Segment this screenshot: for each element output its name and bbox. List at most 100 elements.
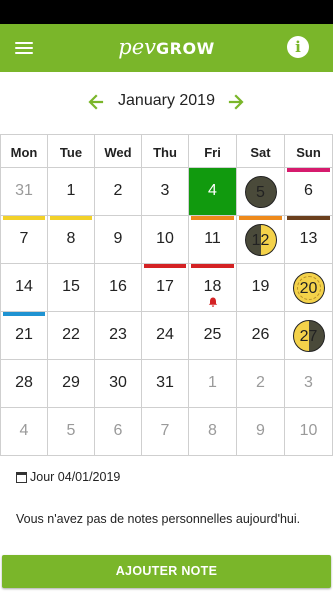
calendar-day[interactable]: 15 <box>48 264 95 312</box>
calendar-day[interactable]: 24 <box>142 312 189 360</box>
calendar-day[interactable]: 4 <box>0 408 48 456</box>
calendar-day[interactable]: 6 <box>95 408 142 456</box>
calendar-week-row: 7 8 9 10 11 12 13 <box>0 216 333 264</box>
calendar-day[interactable]: 10 <box>285 408 333 456</box>
calendar-week-row: 4 5 6 7 8 9 10 <box>0 408 333 456</box>
day-number: 8 <box>208 422 217 439</box>
status-bar <box>0 0 333 24</box>
calendar-day[interactable]: 2 <box>95 168 142 216</box>
calendar-day[interactable]: 29 <box>48 360 95 408</box>
day-number: 7 <box>19 230 29 247</box>
calendar-day[interactable]: 20 <box>285 264 333 312</box>
calendar-day[interactable]: 28 <box>0 360 48 408</box>
day-number: 3 <box>160 182 170 199</box>
notes-empty-message: Vous n'avez pas de notes personnelles au… <box>16 512 301 526</box>
calendar-day[interactable]: 11 <box>189 216 237 264</box>
event-indicator-bar <box>3 312 45 316</box>
calendar-day[interactable]: 8 <box>189 408 237 456</box>
calendar-day[interactable]: 18 <box>189 264 237 312</box>
day-number: 31 <box>156 374 174 391</box>
weekday-label: Mon <box>10 145 38 160</box>
calendar-day[interactable]: 6 <box>285 168 333 216</box>
weekday-header-cell: Sun <box>285 134 333 168</box>
weekday-header-cell: Sat <box>237 134 285 168</box>
calendar-week-row: 28 29 30 31 1 2 3 <box>0 360 333 408</box>
calendar-day[interactable]: 5 <box>48 408 95 456</box>
day-number: 11 <box>204 230 221 247</box>
day-number: 6 <box>113 422 123 439</box>
calendar-day[interactable]: 17 <box>142 264 189 312</box>
month-navigation: January 2019 <box>0 86 333 118</box>
weekday-label: Thu <box>153 145 177 160</box>
calendar-day[interactable]: 27 <box>285 312 333 360</box>
calendar-day-today[interactable]: 4 <box>189 168 237 216</box>
day-number: 14 <box>15 278 33 295</box>
calendar-day[interactable]: 16 <box>95 264 142 312</box>
event-indicator-bar <box>239 216 282 220</box>
day-number: 29 <box>62 374 80 391</box>
calendar-day[interactable]: 9 <box>95 216 142 264</box>
day-number: 21 <box>15 326 33 343</box>
day-number: 6 <box>304 182 313 199</box>
calendar-day[interactable]: 25 <box>189 312 237 360</box>
calendar-day[interactable]: 22 <box>48 312 95 360</box>
day-number: 13 <box>299 230 318 247</box>
weekday-header: Mon Tue Wed Thu Fri Sat Sun <box>0 134 333 168</box>
day-number: 26 <box>251 326 270 343</box>
day-number: 28 <box>15 374 33 391</box>
calendar-day[interactable]: 21 <box>0 312 48 360</box>
arrow-right-icon[interactable] <box>226 92 246 112</box>
day-number: 31 <box>15 182 33 199</box>
calendar-day[interactable]: 31 <box>142 360 189 408</box>
calendar-day[interactable]: 31 <box>0 168 48 216</box>
day-number: 7 <box>160 422 170 439</box>
weekday-header-cell: Mon <box>0 134 48 168</box>
day-number: 27 <box>299 328 318 345</box>
calendar-day[interactable]: 8 <box>48 216 95 264</box>
event-indicator-bar <box>287 216 330 220</box>
calendar-grid: Mon Tue Wed Thu Fri Sat Sun 31 1 2 3 4 5 6 7 8 9 1… <box>0 134 333 456</box>
day-number: 1 <box>208 374 217 391</box>
calendar-day[interactable]: 1 <box>48 168 95 216</box>
day-number: 4 <box>19 422 29 439</box>
calendar-day[interactable]: 13 <box>285 216 333 264</box>
calendar-day[interactable]: 30 <box>95 360 142 408</box>
calendar-day[interactable]: 12 <box>237 216 285 264</box>
weekday-header-cell: Thu <box>142 134 189 168</box>
moon-phase-icon: 27 <box>292 320 325 352</box>
day-number: 19 <box>251 278 270 295</box>
calendar-day[interactable]: 10 <box>142 216 189 264</box>
calendar-day[interactable]: 14 <box>0 264 48 312</box>
day-number: 16 <box>109 278 127 295</box>
day-number: 9 <box>256 422 265 439</box>
calendar-day[interactable]: 7 <box>142 408 189 456</box>
event-indicator-bar <box>191 264 234 268</box>
calendar-day[interactable]: 19 <box>237 264 285 312</box>
day-number: 5 <box>66 422 76 439</box>
calendar-day[interactable]: 9 <box>237 408 285 456</box>
calendar-day[interactable]: 5 <box>237 168 285 216</box>
calendar-day[interactable]: 3 <box>142 168 189 216</box>
weekday-header-cell: Tue <box>48 134 95 168</box>
event-indicator-bar <box>191 216 234 220</box>
day-number: 2 <box>256 374 265 391</box>
calendar-day[interactable]: 26 <box>237 312 285 360</box>
day-number: 10 <box>156 230 174 247</box>
calendar-day[interactable]: 7 <box>0 216 48 264</box>
calendar-day[interactable]: 23 <box>95 312 142 360</box>
day-number: 4 <box>208 182 217 199</box>
weekday-label: Fri <box>204 145 221 160</box>
day-number: 22 <box>62 326 80 343</box>
moon-phase-icon: 5 <box>244 176 277 208</box>
moon-phase-icon: 20 <box>292 272 325 304</box>
event-indicator-bar <box>50 216 92 220</box>
weekday-label: Sun <box>296 145 321 160</box>
calendar-icon <box>16 472 27 483</box>
add-note-button[interactable]: AJOUTER NOTE <box>2 555 331 588</box>
day-number: 24 <box>156 326 174 343</box>
calendar-day[interactable]: 3 <box>285 360 333 408</box>
calendar-day[interactable]: 2 <box>237 360 285 408</box>
month-title: January 2019 <box>118 92 215 109</box>
info-icon[interactable]: i <box>287 36 309 58</box>
calendar-day[interactable]: 1 <box>189 360 237 408</box>
